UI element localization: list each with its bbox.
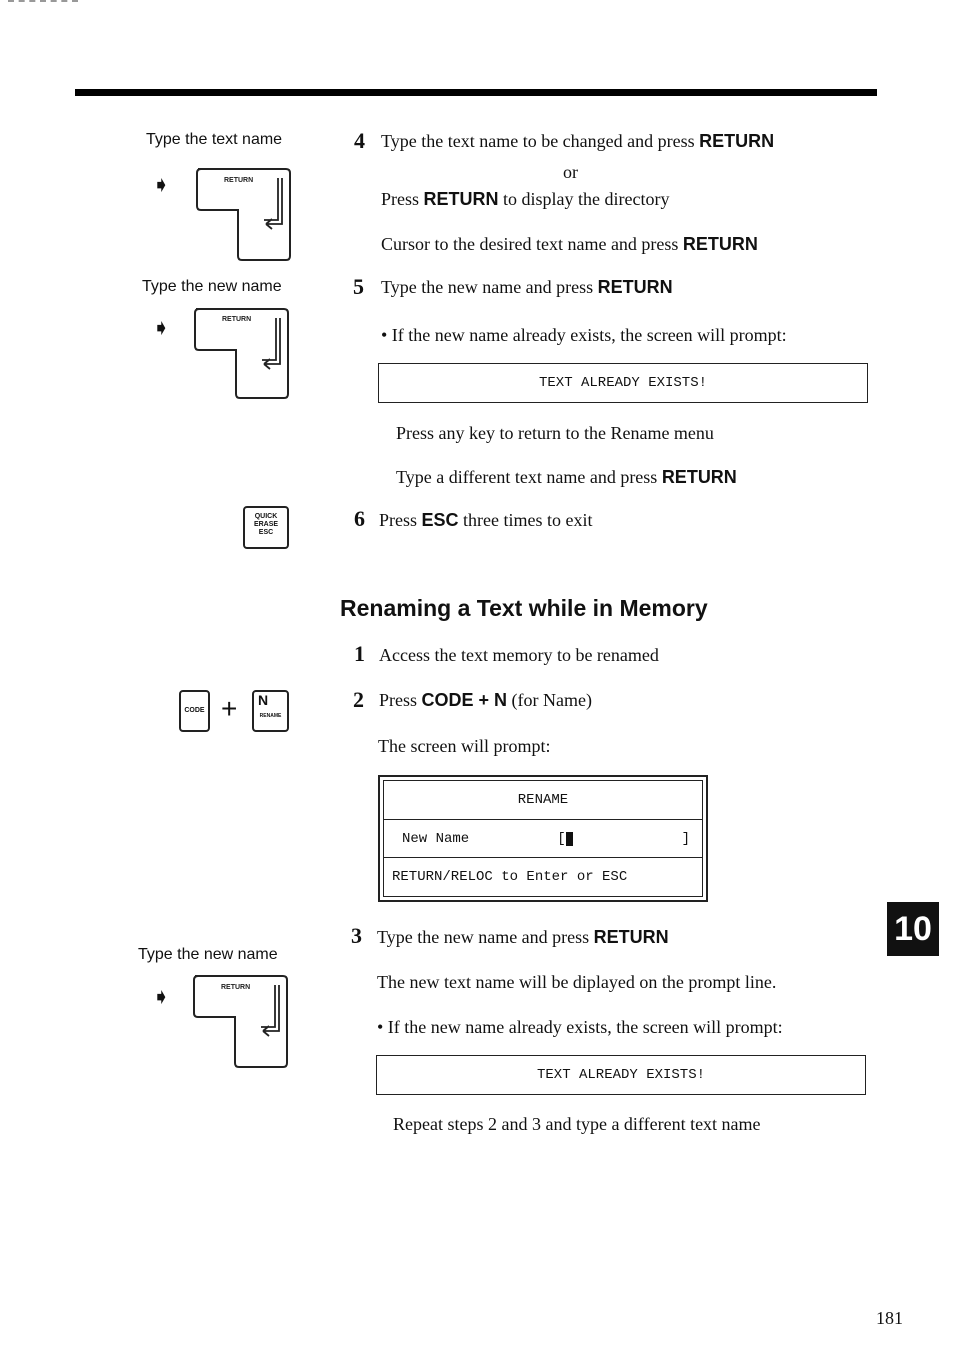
step-4-text: Type the text name to be changed and pre… <box>381 131 775 151</box>
screen-prompt-text: The screen will prompt: <box>378 736 551 756</box>
arrow-right-icon: ➧ <box>152 172 171 197</box>
side-label-type-new-name: Type the new name <box>142 278 282 295</box>
step-1-text: Access the text memory to be renamed <box>379 645 659 665</box>
side-label-type-new-name: Type the new name <box>138 946 278 963</box>
code-key-icon: CODE <box>179 690 210 732</box>
bullet-note: • If the new name already exists, the sc… <box>377 1017 783 1037</box>
new-name-row: New Name [ ] <box>384 820 702 859</box>
rename-title: RENAME <box>384 781 702 820</box>
text-cursor <box>565 831 573 846</box>
return-key-label: RETURN <box>224 177 253 184</box>
step-5-text: Type the new name and press RETURN <box>381 277 673 297</box>
step-number: 4 <box>354 128 365 153</box>
after-text: Press any key to return to the Rename me… <box>396 423 714 443</box>
plus-sign: + <box>221 693 238 724</box>
return-key-icon: RETURN <box>196 168 291 261</box>
svg-text:RETURN: RETURN <box>221 984 250 991</box>
return-key-icon: RETURN <box>193 975 288 1068</box>
step-number: 2 <box>353 687 364 712</box>
return-key-icon: RETURN <box>194 308 289 399</box>
step-number: 5 <box>353 274 364 299</box>
prompt-box: TEXT ALREADY EXISTS! <box>376 1055 866 1095</box>
repeat-text: Repeat steps 2 and 3 and type a differen… <box>393 1114 761 1134</box>
scan-artifact <box>8 0 78 4</box>
rename-footer: RETURN/RELOC to Enter or ESC <box>392 869 628 886</box>
step-2-text: Press CODE + N (for Name) <box>379 690 593 710</box>
bullet-note: • If the new name already exists, the sc… <box>381 325 787 345</box>
after-text: Type a different text name and press RET… <box>396 467 737 487</box>
new-name-label: New Name <box>402 830 470 847</box>
step-4-cursor-text: Cursor to the desired text name and pres… <box>381 234 758 254</box>
section-heading: Renaming a Text while in Memory <box>340 595 708 621</box>
arrow-right-icon: ➧ <box>152 315 171 340</box>
step-number: 3 <box>351 923 362 948</box>
step-4-alt-text: Press RETURN to display the directory <box>381 189 670 209</box>
side-label-type-text-name: Type the text name <box>146 131 283 148</box>
page-number: 181 <box>876 1308 903 1328</box>
rename-screen: RENAME New Name [ ] RETURN/RELOC to Ente… <box>378 775 708 902</box>
arrow-right-icon: ➧ <box>152 984 171 1009</box>
step-number: 6 <box>354 506 365 531</box>
step-3-text: Type the new name and press RETURN <box>377 927 669 947</box>
svg-text:RETURN: RETURN <box>222 316 251 323</box>
step-number: 1 <box>354 641 365 666</box>
step-3-note: The new text name will be diplayed on th… <box>377 972 777 992</box>
n-rename-key-icon: N RENAME <box>252 690 289 732</box>
step-6-text: Press ESC three times to exit <box>379 510 593 530</box>
quick-erase-esc-key-icon: QUICK ERASE ESC <box>243 506 289 549</box>
or-text: or <box>563 162 578 182</box>
prompt-box: TEXT ALREADY EXISTS! <box>378 363 868 403</box>
chapter-tab: 10 <box>887 902 939 956</box>
header-rule <box>75 89 877 96</box>
